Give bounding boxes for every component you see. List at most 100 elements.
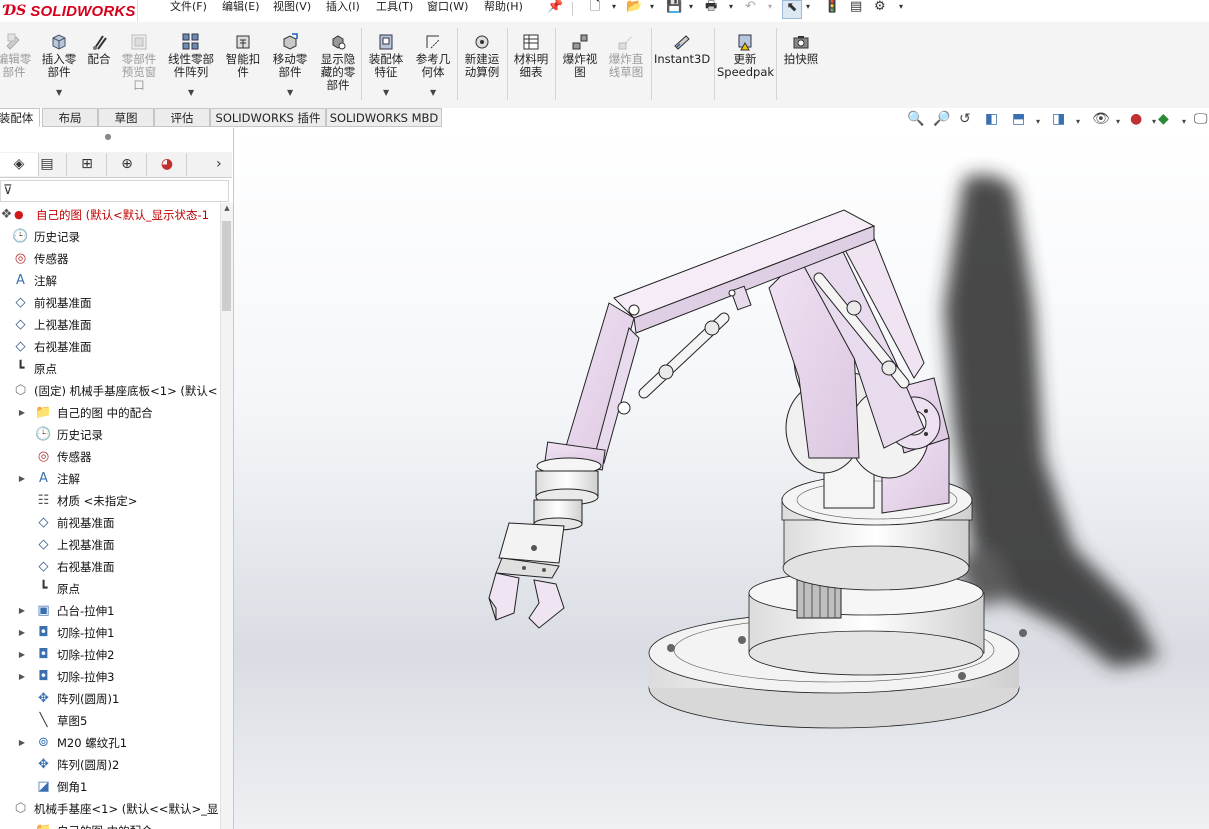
bill-of-materials-button[interactable]: 材料明 细表 bbox=[510, 32, 552, 79]
snapshot-button[interactable]: 拍快照 bbox=[779, 32, 823, 66]
chevron-down-icon[interactable]: ▼ bbox=[430, 88, 436, 97]
menu-edit[interactable]: 编辑(E) bbox=[222, 0, 260, 20]
tree-node[interactable]: ◇ 上视基准面 bbox=[0, 314, 220, 336]
chevron-down-icon[interactable]: ▼ bbox=[188, 88, 194, 97]
tab-assembly[interactable]: 装配体 bbox=[0, 108, 40, 127]
chevron-down-icon[interactable]: ▼ bbox=[383, 88, 389, 97]
chevron-down-icon[interactable]: ▾ bbox=[689, 0, 693, 14]
menu-help[interactable]: 帮助(H) bbox=[484, 0, 523, 20]
expand-toggle-icon[interactable]: ▶ bbox=[17, 622, 27, 644]
previous-view-icon[interactable]: ↺ bbox=[959, 111, 971, 127]
tree-node[interactable]: ▶ 📁 自己的图 中的配合 bbox=[0, 402, 220, 424]
view-settings-icon[interactable]: 🖵 bbox=[1194, 111, 1208, 127]
component-preview-button[interactable]: 零部件 预览窗 口 bbox=[117, 32, 161, 92]
menu-file[interactable]: 文件(F) bbox=[170, 0, 207, 20]
new-motion-study-button[interactable]: 新建运 动算例 bbox=[460, 32, 504, 79]
apply-scene-icon[interactable]: ◆ bbox=[1158, 111, 1169, 127]
new-document-icon[interactable]: 🗋 bbox=[590, 0, 600, 16]
tree-node[interactable]: 📁 自己的图 中的配合 bbox=[0, 820, 220, 829]
tree-node[interactable]: ╲ 草图5 bbox=[0, 710, 220, 732]
tree-node[interactable]: ✥ 阵列(圆周)1 bbox=[0, 688, 220, 710]
filter-icon[interactable]: ⊽ bbox=[3, 183, 13, 198]
assembly-features-button[interactable]: 装配体 特征 ▼ bbox=[364, 32, 408, 97]
tree-node[interactable]: ▶ ▣ 凸台-拉伸1 bbox=[0, 600, 220, 622]
chevron-right-icon[interactable]: › bbox=[216, 153, 222, 176]
tree-node[interactable]: ┗ 原点 bbox=[0, 358, 220, 380]
tree-node[interactable]: ☷ 材质 <未指定> bbox=[0, 490, 220, 512]
file-properties-icon[interactable]: ▤ bbox=[850, 0, 862, 16]
tree-node[interactable]: ┗ 原点 bbox=[0, 578, 220, 600]
tab-solidworks-addins[interactable]: SOLIDWORKS 插件 bbox=[210, 108, 326, 127]
tree-scrollbar[interactable]: ▲ bbox=[220, 203, 233, 829]
filter-row[interactable]: ⊽ bbox=[0, 180, 229, 202]
edit-appearance-icon[interactable]: ● bbox=[1130, 111, 1142, 127]
tree-node[interactable]: ▶ ◘ 切除-拉伸3 bbox=[0, 666, 220, 688]
menu-window[interactable]: 窗口(W) bbox=[427, 0, 468, 20]
chevron-down-icon[interactable]: ▾ bbox=[899, 0, 903, 14]
insert-component-button[interactable]: 插入零 部件 ▼ bbox=[38, 32, 80, 97]
chevron-down-icon[interactable]: ▾ bbox=[806, 0, 810, 14]
tree-node[interactable]: ▶ ⊚ M20 螺纹孔1 bbox=[0, 732, 220, 754]
tab-layout[interactable]: 布局 bbox=[42, 108, 98, 127]
menu-view[interactable]: 视图(V) bbox=[273, 0, 311, 20]
tree-node[interactable]: ▶ A 注解 bbox=[0, 468, 220, 490]
tree-node[interactable]: ◇ 前视基准面 bbox=[0, 292, 220, 314]
smart-fasteners-button[interactable]: 智能扣 件 bbox=[222, 32, 264, 79]
show-hidden-components-button[interactable]: 显示隐 藏的零 部件 bbox=[316, 32, 360, 92]
view-orientation-icon[interactable]: ⬒ bbox=[1012, 111, 1025, 127]
mate-button[interactable]: 配合 bbox=[84, 32, 114, 66]
chevron-down-icon[interactable]: ▼ bbox=[287, 88, 293, 97]
save-icon[interactable]: 💾 bbox=[666, 0, 682, 16]
tree-node[interactable]: 🕒 历史记录 bbox=[0, 424, 220, 446]
instant3d-button[interactable]: Instant3D bbox=[654, 32, 710, 66]
scroll-up-icon[interactable]: ▲ bbox=[221, 204, 233, 212]
propertymanager-tab[interactable]: ▤ bbox=[28, 153, 67, 176]
linear-pattern-button[interactable]: 线性零部 件阵列 ▼ bbox=[164, 32, 218, 97]
tree-node[interactable]: ▶ ◘ 切除-拉伸2 bbox=[0, 644, 220, 666]
print-icon[interactable]: 🖶 bbox=[705, 0, 717, 16]
chevron-down-icon[interactable]: ▾ bbox=[768, 0, 772, 14]
open-icon[interactable]: 📂 bbox=[626, 0, 642, 16]
tree-node[interactable]: ▶ ◘ 切除-拉伸1 bbox=[0, 622, 220, 644]
tab-sketch[interactable]: 草图 bbox=[98, 108, 154, 127]
tree-node[interactable]: ◎ 传感器 bbox=[0, 446, 220, 468]
graphics-area[interactable] bbox=[234, 128, 1209, 829]
panel-grip[interactable]: ● bbox=[100, 133, 116, 141]
tab-solidworks-mbd[interactable]: SOLIDWORKS MBD bbox=[326, 108, 442, 127]
menu-insert[interactable]: 插入(I) bbox=[326, 0, 360, 20]
tree-node[interactable]: 🕒 历史记录 bbox=[0, 226, 220, 248]
solidworks-logo[interactable]: ƊS SOLIDWORKS bbox=[0, 0, 138, 22]
reference-geometry-button[interactable]: 参考几 何体 ▼ bbox=[411, 32, 455, 97]
tree-node[interactable]: ◪ 倒角1 bbox=[0, 776, 220, 798]
tree-root-assembly[interactable]: ❖ ● 自己的图 (默认<默认_显示状态-1 bbox=[0, 204, 220, 226]
display-manager-tab[interactable]: ◕ bbox=[148, 153, 187, 176]
expand-toggle-icon[interactable]: ▶ bbox=[17, 468, 27, 490]
options-icon[interactable]: ⚙ bbox=[874, 0, 886, 16]
chevron-down-icon[interactable]: ▾ bbox=[729, 0, 733, 14]
expand-toggle-icon[interactable]: ▶ bbox=[17, 732, 27, 754]
display-style-icon[interactable]: ◨ bbox=[1052, 111, 1065, 127]
tree-node[interactable]: ◇ 右视基准面 bbox=[0, 556, 220, 578]
expand-toggle-icon[interactable]: ▶ bbox=[17, 644, 27, 666]
tree-node[interactable]: ◎ 传感器 bbox=[0, 248, 220, 270]
tree-node[interactable]: ⬡ (固定) 机械手基座底板<1> (默认< bbox=[0, 380, 220, 402]
move-component-button[interactable]: 移动零 部件 ▼ bbox=[268, 32, 312, 97]
undo-icon[interactable]: ↶ bbox=[745, 0, 756, 16]
update-speedpak-button[interactable]: 更新 Speedpak bbox=[717, 32, 774, 79]
dimxpert-tab[interactable]: ⊕ bbox=[108, 153, 147, 176]
zoom-to-area-icon[interactable]: 🔎 bbox=[933, 111, 950, 127]
zoom-to-fit-icon[interactable]: 🔍 bbox=[907, 111, 924, 127]
edit-component-button[interactable]: 编辑零 部件 bbox=[0, 32, 34, 79]
chevron-down-icon[interactable]: ▼ bbox=[56, 88, 62, 97]
tree-node[interactable]: A 注解 bbox=[0, 270, 220, 292]
scrollbar-thumb[interactable] bbox=[222, 221, 231, 311]
tree-node[interactable]: ◇ 前视基准面 bbox=[0, 512, 220, 534]
configurationmanager-tab[interactable]: ⊞ bbox=[68, 153, 107, 176]
explode-line-sketch-button[interactable]: 爆炸直 线草图 bbox=[604, 32, 648, 79]
select-icon[interactable]: ⬉ bbox=[782, 0, 802, 19]
hide-show-items-icon[interactable]: 👁 bbox=[1092, 111, 1110, 127]
menu-tools[interactable]: 工具(T) bbox=[376, 0, 413, 20]
robot-arm-model[interactable] bbox=[234, 128, 1209, 829]
tab-evaluate[interactable]: 评估 bbox=[154, 108, 210, 127]
chevron-down-icon[interactable]: ▾ bbox=[650, 0, 654, 14]
